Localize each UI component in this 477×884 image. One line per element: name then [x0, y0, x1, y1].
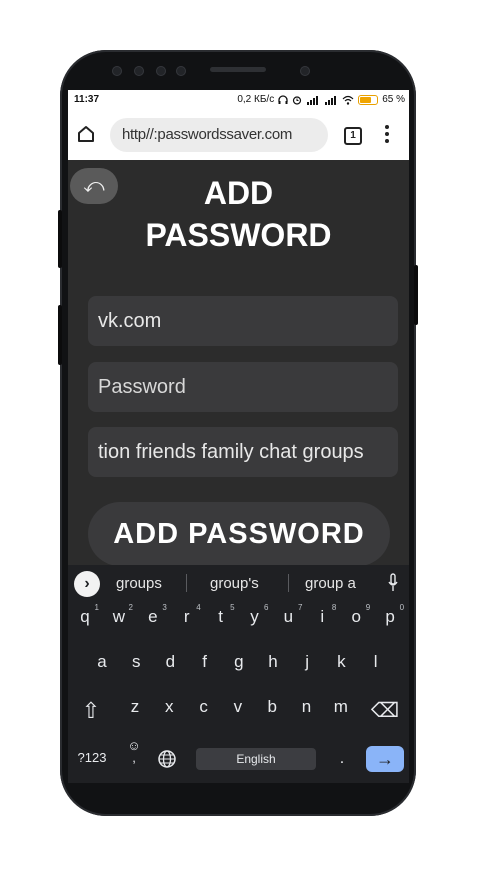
bixby-button	[58, 305, 62, 365]
period-key[interactable]: .	[332, 750, 352, 768]
battery-icon	[358, 94, 379, 105]
status-bar: 11:37 0,2 КБ/с 65 %	[68, 90, 409, 110]
signal-icon	[307, 95, 319, 105]
key-q[interactable]: q1	[70, 601, 100, 633]
key-hint: 4	[196, 603, 201, 612]
overflow-menu-icon[interactable]	[384, 124, 390, 144]
address-bar[interactable]: http//:passwordssaver.com	[110, 118, 328, 152]
enter-key[interactable]: →	[366, 746, 404, 772]
key-h[interactable]: h	[258, 646, 288, 678]
microphone-icon[interactable]	[388, 573, 398, 593]
site-input[interactable]: vk.com	[88, 296, 398, 346]
key-m[interactable]: m	[326, 691, 356, 723]
keyboard: › groups group's group a q1w2e3r4t5y6u7i…	[68, 565, 409, 783]
phone-speaker	[210, 67, 266, 72]
key-label: r	[183, 607, 190, 626]
suggestion-divider	[186, 574, 187, 592]
tags-input[interactable]: tion friends family chat groups	[88, 427, 398, 477]
key-d[interactable]: d	[155, 646, 185, 678]
comma-label: ,	[132, 750, 136, 765]
key-r[interactable]: r4	[172, 601, 202, 633]
key-f[interactable]: f	[190, 646, 220, 678]
key-s[interactable]: s	[121, 646, 151, 678]
key-hint: 6	[264, 603, 269, 612]
phone-sensor	[156, 66, 166, 76]
key-c[interactable]: c	[189, 691, 219, 723]
suggestion-item[interactable]: group a	[305, 575, 356, 592]
key-label: w	[112, 607, 126, 626]
globe-icon[interactable]	[157, 749, 177, 769]
key-b[interactable]: b	[257, 691, 287, 723]
backspace-key[interactable]: ⌫	[368, 698, 402, 724]
page-title: ADD PASSWORD	[108, 172, 369, 256]
key-hint: 1	[94, 603, 99, 612]
key-o[interactable]: o9	[341, 601, 371, 633]
key-hint: 8	[331, 603, 337, 612]
title-line: ADD	[203, 175, 274, 211]
tab-switcher-button[interactable]: 1	[344, 127, 362, 145]
key-label: e	[148, 607, 158, 626]
suggestion-item[interactable]: groups	[116, 575, 162, 592]
key-k[interactable]: k	[326, 646, 356, 678]
key-label: q	[80, 607, 90, 626]
wifi-icon	[342, 95, 354, 105]
symbols-key[interactable]: ?123	[72, 750, 112, 765]
key-p[interactable]: p0	[375, 601, 405, 633]
battery-percent: 65 %	[382, 94, 405, 105]
key-l[interactable]: l	[361, 646, 391, 678]
browser-toolbar: http//:passwordssaver.com 1	[68, 110, 409, 160]
key-j[interactable]: j	[292, 646, 322, 678]
password-input[interactable]: Password	[88, 362, 398, 412]
key-hint: 5	[230, 603, 235, 612]
phone-front-camera	[300, 66, 310, 76]
status-icons: 0,2 КБ/с 65 %	[237, 94, 405, 105]
key-hint: 0	[399, 603, 405, 612]
key-g[interactable]: g	[224, 646, 254, 678]
key-e[interactable]: e3	[138, 601, 168, 633]
key-n[interactable]: n	[292, 691, 322, 723]
key-hint: 3	[162, 603, 167, 612]
alarm-icon	[293, 95, 302, 105]
suggestion-divider	[288, 574, 289, 592]
phone-front-camera	[134, 66, 144, 76]
key-v[interactable]: v	[223, 691, 253, 723]
power-button	[414, 265, 418, 325]
phone-sensor	[176, 66, 186, 76]
headphones-icon	[278, 94, 288, 104]
home-icon[interactable]	[76, 124, 96, 144]
key-label: p	[385, 607, 395, 626]
key-w[interactable]: w2	[104, 601, 134, 633]
key-a[interactable]: a	[87, 646, 117, 678]
title-line: PASSWORD	[145, 217, 332, 253]
emoji-comma-key[interactable]: ☺ ,	[124, 739, 144, 765]
key-label: t	[218, 607, 223, 626]
key-label: u	[283, 607, 294, 626]
volume-button	[58, 210, 62, 268]
key-hint: 7	[297, 603, 303, 612]
add-password-button[interactable]: ADD PASSWORD	[88, 502, 390, 566]
space-key[interactable]: English	[196, 748, 316, 770]
key-hint: 2	[128, 603, 133, 612]
phone-screen: 11:37 0,2 КБ/с 65 % http//:passwordssave…	[68, 90, 409, 783]
status-time: 11:37	[74, 94, 100, 105]
key-label: o	[351, 607, 361, 626]
suggestion-strip: › groups group's group a	[68, 565, 409, 603]
key-z[interactable]: z	[120, 691, 150, 723]
key-label: i	[320, 607, 325, 626]
key-u[interactable]: u7	[273, 601, 303, 633]
signal-icon	[325, 95, 337, 105]
suggestion-item[interactable]: group's	[210, 575, 259, 592]
network-speed: 0,2 КБ/с	[237, 94, 275, 105]
phone-sensor	[112, 66, 122, 76]
key-i[interactable]: i8	[307, 601, 337, 633]
key-t[interactable]: t5	[206, 601, 236, 633]
key-hint: 9	[365, 603, 371, 612]
key-y[interactable]: y6	[240, 601, 270, 633]
shift-key[interactable]: ⇧	[74, 698, 108, 724]
key-label: y	[250, 607, 259, 626]
key-x[interactable]: x	[154, 691, 184, 723]
